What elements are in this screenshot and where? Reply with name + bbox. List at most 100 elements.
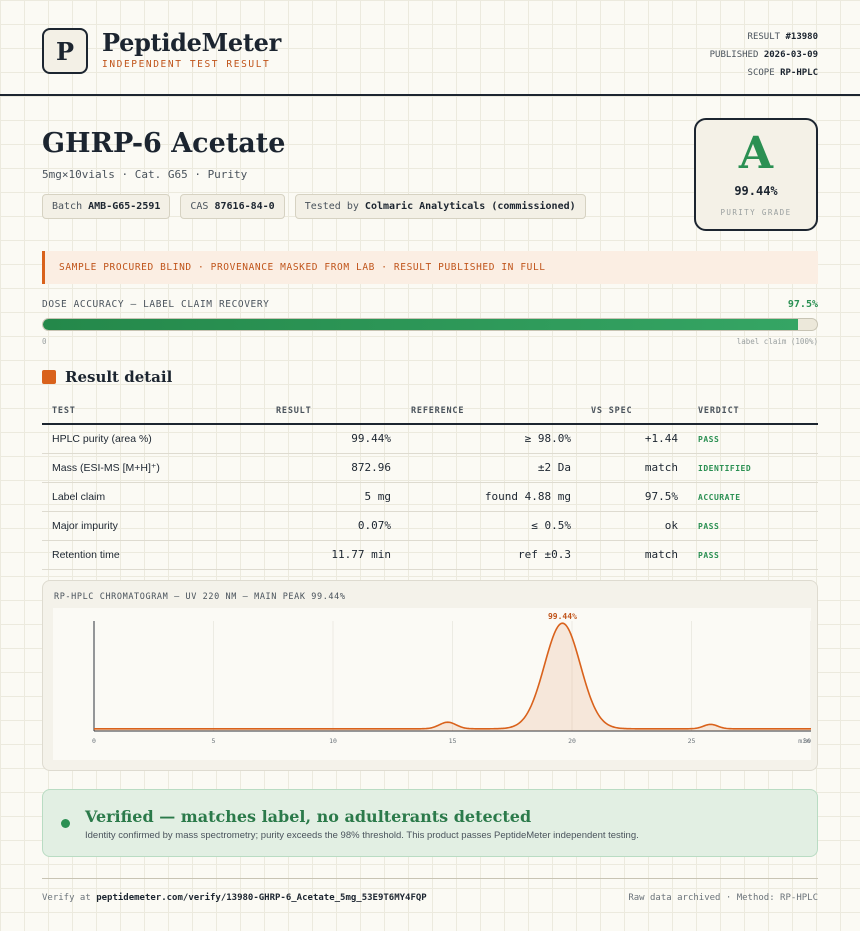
cell-verdict: PASS	[688, 540, 818, 570]
result-id-label: RESULT	[747, 32, 781, 42]
batch-chip: Batch AMB-G65-2591	[42, 194, 171, 219]
col-test: TEST	[42, 398, 266, 425]
col-verdict: VERDICT	[688, 398, 818, 425]
verdict-badge: PASS	[698, 435, 720, 445]
cell-result: 11.77 min	[266, 540, 401, 570]
logo-mark: P	[42, 28, 88, 74]
x-tick-label: 25	[688, 737, 696, 745]
cell-verdict: ACCURATE	[688, 482, 818, 512]
x-tick-label: 15	[449, 737, 457, 745]
verdict-badge: IDENTIFIED	[698, 464, 752, 473]
cell-result: 0.07%	[266, 511, 401, 541]
tested-value: Colmaric Analyticals (commissioned)	[364, 201, 576, 212]
chromatogram-title: RP-HPLC CHROMATOGRAM — UV 220 NM — MAIN …	[54, 592, 346, 602]
cell-test: Mass (ESI-MS [M+H]⁺)	[42, 453, 266, 483]
tested-label: Tested by	[304, 201, 359, 212]
bar-min-label: 0	[42, 337, 47, 346]
scope-label: SCOPE	[747, 68, 775, 78]
batch-value: AMB-G65-2591	[88, 201, 161, 212]
page-header: P PeptideMeter INDEPENDENT TEST RESULT R…	[0, 0, 860, 96]
cell-verdict: PASS	[688, 511, 818, 541]
x-unit-label: min	[798, 737, 810, 745]
cell-reference: ref ±0.3	[401, 540, 581, 570]
cell-reference: found 4.88 mg	[401, 482, 581, 512]
verified-title: Verified — matches label, no adulterants…	[85, 807, 532, 826]
verdict-badge: PASS	[698, 522, 720, 531]
result-id: #13980	[785, 32, 818, 42]
scope-line: SCOPE RP-HPLC	[710, 64, 818, 82]
cas-chip: CAS 87616-84-0	[180, 194, 285, 219]
plot-background	[53, 608, 811, 760]
cell-reference: ≥ 98.0%	[401, 424, 581, 454]
cas-value: 87616-84-0	[214, 201, 275, 212]
table-row: HPLC purity (area %) 99.44% ≥ 98.0% +1.4…	[42, 424, 818, 454]
dose-progress-bar	[42, 318, 818, 331]
grade-letter: A	[738, 128, 774, 179]
verdict-badge: ACCURATE	[698, 493, 741, 502]
x-tick-label: 20	[568, 737, 576, 745]
result-table: TEST RESULT REFERENCE VS SPEC VERDICT HP…	[42, 398, 818, 570]
product-subtitle: 5mg×10vials · Cat. G65 · Purity	[42, 168, 248, 181]
cell-vs-spec: 97.5%	[581, 482, 688, 512]
cell-result: 99.44%	[266, 424, 401, 454]
verify-url[interactable]: peptidemeter.com/verify/13980-GHRP-6_Ace…	[96, 893, 427, 903]
published-line: PUBLISHED 2026-03-09	[710, 46, 818, 64]
published-label: PUBLISHED	[709, 50, 759, 60]
cell-test: Retention time	[42, 540, 266, 570]
col-vs-spec: VS SPEC	[581, 398, 688, 425]
footer-note: Raw data archived · Method: RP-HPLC	[628, 893, 818, 903]
product-chips: Batch AMB-G65-2591 CAS 87616-84-0 Tested…	[42, 194, 586, 219]
footer-divider	[42, 878, 818, 879]
status-dot-icon	[61, 819, 70, 828]
result-meta: RESULT #13980 PUBLISHED 2026-03-09 SCOPE…	[710, 28, 818, 82]
dose-value: 97.5%	[787, 299, 818, 310]
table-row: Label claim 5 mg found 4.88 mg 97.5% ACC…	[42, 482, 818, 512]
table-header-row: TEST RESULT REFERENCE VS SPEC VERDICT	[42, 398, 818, 425]
table-row: Major impurity 0.07% ≤ 0.5% ok PASS	[42, 511, 818, 541]
verify-line: Verify at peptidemeter.com/verify/13980-…	[42, 893, 427, 903]
chromatogram-panel: RP-HPLC CHROMATOGRAM — UV 220 NM — MAIN …	[42, 580, 818, 771]
section-title: Result detail	[65, 368, 173, 386]
bar-max-label: label claim (100%)	[736, 337, 818, 346]
main-peak-label: 99.44%	[548, 612, 577, 621]
logo-letter: P	[55, 36, 75, 66]
cell-reference: ±2 Da	[401, 453, 581, 483]
product-title: GHRP-6 Acetate	[42, 128, 286, 159]
cell-vs-spec: ok	[581, 511, 688, 541]
blind-notice: SAMPLE PROCURED BLIND · PROVENANCE MASKE…	[42, 251, 818, 284]
cell-reference: ≤ 0.5%	[401, 511, 581, 541]
cell-result: 872.96	[266, 453, 401, 483]
verified-text: Identity confirmed by mass spectrometry;…	[85, 830, 639, 841]
dose-label: DOSE ACCURACY — LABEL CLAIM RECOVERY	[42, 299, 270, 310]
grade-label: PURITY GRADE	[720, 208, 792, 217]
chromatogram-chart: 99.44% 0 5 10 15 20 25 30min	[53, 608, 811, 760]
cell-vs-spec: match	[581, 540, 688, 570]
col-result: RESULT	[266, 398, 401, 425]
table-row: Retention time 11.77 min ref ±0.3 match …	[42, 540, 818, 570]
purity-grade-card: A 99.44% PURITY GRADE	[694, 118, 818, 231]
verdict-badge: PASS	[698, 551, 720, 560]
cell-test: HPLC purity (area %)	[42, 424, 266, 454]
cell-test: Label claim	[42, 482, 266, 512]
x-tick-label: 0	[92, 737, 96, 745]
cell-test: Major impurity	[42, 511, 266, 541]
x-tick-label: 5	[212, 737, 216, 745]
tested-by-chip: Tested by Colmaric Analyticals (commissi…	[294, 194, 586, 219]
brand-subtitle: INDEPENDENT TEST RESULT	[102, 59, 271, 70]
result-id-line: RESULT #13980	[710, 28, 818, 46]
section-square-icon	[42, 370, 56, 384]
cell-verdict: PASS	[688, 424, 818, 454]
brand-name: PeptideMeter	[102, 28, 281, 57]
col-reference: REFERENCE	[401, 398, 581, 425]
scope-value: RP-HPLC	[780, 68, 818, 78]
cell-verdict: IDENTIFIED	[688, 453, 818, 483]
grade-value: 99.44%	[734, 184, 778, 198]
x-tick-label: 10	[329, 737, 337, 745]
cell-vs-spec: match	[581, 453, 688, 483]
cas-label: CAS	[190, 201, 209, 212]
batch-label: Batch	[52, 201, 83, 212]
dose-progress-fill	[43, 319, 798, 330]
verify-label: Verify at	[42, 893, 91, 903]
cell-result: 5 mg	[266, 482, 401, 512]
verified-banner: Verified — matches label, no adulterants…	[42, 789, 818, 857]
